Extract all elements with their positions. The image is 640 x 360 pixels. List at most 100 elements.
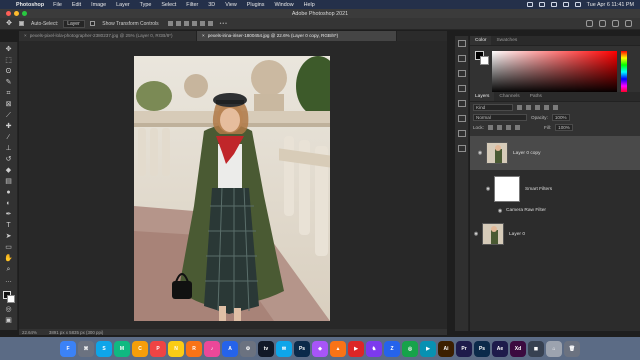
tab-swatches[interactable]: Swatches	[491, 36, 522, 45]
smart-filters-row[interactable]: ◉ Smart Filters	[470, 174, 640, 204]
paragraph-panel-icon[interactable]	[457, 145, 466, 152]
dock-app-icon[interactable]: Xd	[510, 340, 526, 357]
brushes-panel-icon[interactable]	[457, 100, 466, 107]
battery-icon[interactable]	[538, 2, 545, 7]
dock-app-icon[interactable]: ◆	[312, 340, 328, 357]
menu-layer[interactable]: Layer	[116, 2, 130, 8]
dock-app-icon[interactable]: M	[114, 340, 130, 357]
brush-tool-icon[interactable]: ∕	[3, 133, 14, 142]
menu-type[interactable]: Type	[140, 2, 152, 8]
history-panel-icon[interactable]	[457, 40, 466, 47]
dock-app-icon[interactable]: ◎	[402, 340, 418, 357]
align-buttons[interactable]	[167, 21, 213, 26]
zoom-window-button[interactable]	[22, 11, 27, 16]
move-tool-icon[interactable]: ✥	[3, 45, 14, 54]
history-brush-tool-icon[interactable]: ↺	[3, 155, 14, 164]
dock-app-icon[interactable]: C	[132, 340, 148, 357]
menu-app-name[interactable]: Photoshop	[16, 2, 44, 8]
canvas-area[interactable]	[19, 41, 447, 329]
filter-type-icon[interactable]	[535, 104, 540, 110]
type-tool-icon[interactable]: T	[3, 221, 14, 230]
quick-select-tool-icon[interactable]: ✎	[3, 78, 14, 87]
path-selection-tool-icon[interactable]: ➤	[3, 232, 14, 241]
wifi-icon[interactable]	[550, 2, 557, 7]
close-window-button[interactable]	[6, 11, 11, 16]
hue-slider[interactable]	[621, 51, 627, 93]
document-photo[interactable]	[134, 56, 330, 321]
lock-all-icon[interactable]	[514, 124, 520, 130]
dock-app-icon[interactable]: A	[222, 340, 238, 357]
menu-3d[interactable]: 3D	[208, 2, 215, 8]
home-icon[interactable]	[586, 20, 593, 27]
color-swatches[interactable]	[2, 291, 15, 303]
lock-image-icon[interactable]	[496, 124, 502, 130]
dock-app-icon[interactable]: Ae	[492, 340, 508, 357]
dock-app-icon[interactable]: tv	[258, 340, 274, 357]
more-options-icon[interactable]: •••	[220, 21, 228, 27]
dock-app-icon[interactable]: ♪	[204, 340, 220, 357]
doc-tab[interactable]: × pexels-pixel-lola-photographer-2380237.…	[19, 31, 197, 41]
transform-controls-checkbox[interactable]	[90, 20, 97, 27]
menu-select[interactable]: Select	[161, 2, 176, 8]
dock-app-icon[interactable]: ♞	[366, 340, 382, 357]
dock-app-icon[interactable]: ✉	[276, 340, 292, 357]
menu-plugins[interactable]: Plugins	[247, 2, 265, 8]
search-panel-icon[interactable]	[599, 20, 606, 27]
dock-app-icon[interactable]: 🗑	[564, 340, 580, 357]
auto-select-dropdown[interactable]: Layer	[63, 19, 86, 28]
hand-tool-icon[interactable]: ✋	[3, 254, 14, 263]
menu-image[interactable]: Image	[91, 2, 106, 8]
healing-brush-tool-icon[interactable]: ✚	[3, 122, 14, 131]
doc-tab-active[interactable]: × pexels-irina-iriser-1800454.jpg @ 22.6%…	[197, 31, 397, 41]
search-icon[interactable]	[562, 2, 569, 7]
kind-filter-dropdown[interactable]: Kind	[473, 103, 513, 111]
display-icon[interactable]	[526, 2, 533, 7]
fg-bg-color-picker[interactable]	[475, 51, 489, 65]
dock-app-icon[interactable]: Z	[384, 340, 400, 357]
lasso-tool-icon[interactable]: ʘ	[3, 67, 14, 76]
menu-clock[interactable]: Tue Apr 6 11:41 PM	[587, 2, 634, 8]
dock-app-icon[interactable]: F	[60, 340, 76, 357]
properties-panel-icon[interactable]	[457, 55, 466, 62]
libraries-panel-icon[interactable]	[457, 85, 466, 92]
dock-app-icon[interactable]: ⌘	[78, 340, 94, 357]
clone-stamp-tool-icon[interactable]: ⊥	[3, 144, 14, 153]
filter-shape-icon[interactable]	[544, 104, 549, 110]
gradient-tool-icon[interactable]: ▤	[3, 177, 14, 186]
auto-select-checkbox[interactable]	[19, 20, 26, 27]
layer-row-layer-0-copy[interactable]: ◉ Layer 0 copy	[470, 136, 640, 170]
dock-app-icon[interactable]: ⚙	[240, 340, 256, 357]
dock-app-icon[interactable]: Ps	[474, 340, 490, 357]
dock-app-icon[interactable]: Pr	[456, 340, 472, 357]
filter-pixel-icon[interactable]	[517, 104, 522, 110]
quick-mask-icon[interactable]: ◎	[3, 305, 14, 314]
dock-app-icon[interactable]: R	[186, 340, 202, 357]
tab-channels[interactable]: Channels	[494, 92, 524, 101]
lock-transparent-icon[interactable]	[487, 124, 493, 130]
more-tools-icon[interactable]: …	[3, 276, 14, 285]
visibility-eye-icon[interactable]: ◉	[482, 186, 494, 192]
glyphs-panel-icon[interactable]	[457, 115, 466, 122]
lock-position-icon[interactable]	[505, 124, 511, 130]
crop-tool-icon[interactable]: ⌗	[3, 89, 14, 98]
dock-app-icon[interactable]: S	[96, 340, 112, 357]
eyedropper-tool-icon[interactable]: ⟋	[3, 111, 14, 120]
color-spectrum[interactable]	[492, 51, 617, 93]
menu-filter[interactable]: Filter	[186, 2, 198, 8]
dock-app-icon[interactable]: ▶	[420, 340, 436, 357]
adjustments-panel-icon[interactable]	[457, 70, 466, 77]
character-panel-icon[interactable]	[457, 130, 466, 137]
menu-edit[interactable]: Edit	[72, 2, 81, 8]
move-tool-icon[interactable]: ✥	[4, 19, 14, 28]
tab-paths[interactable]: Paths	[525, 92, 547, 101]
pen-tool-icon[interactable]: ✒	[3, 210, 14, 219]
camera-raw-filter-row[interactable]: ◉ Camera Raw Filter	[470, 206, 640, 215]
workspace-icon[interactable]	[612, 20, 619, 27]
layer-row-layer-0[interactable]: ◉ Layer 0	[470, 219, 640, 249]
control-center-icon[interactable]	[574, 2, 581, 7]
visibility-eye-icon[interactable]: ◉	[474, 150, 486, 157]
menu-help[interactable]: Help	[304, 2, 315, 8]
eraser-tool-icon[interactable]: ◆	[3, 166, 14, 175]
dodge-tool-icon[interactable]: ◐	[3, 199, 14, 208]
dock-app-icon[interactable]: N	[168, 340, 184, 357]
